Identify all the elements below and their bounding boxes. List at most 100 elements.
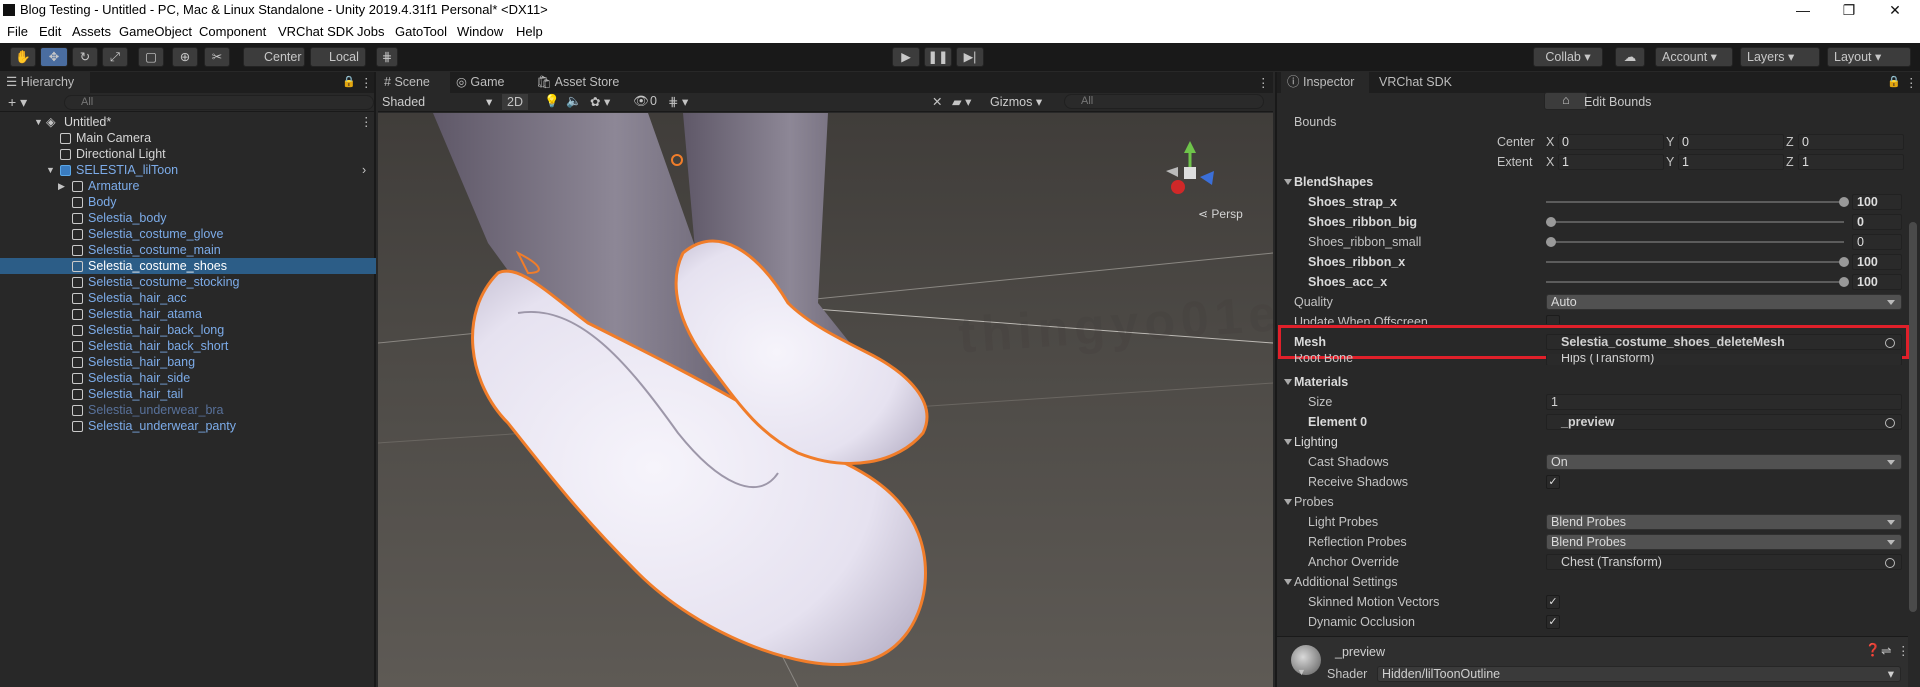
hierarchy-row[interactable]: Selestia_hair_back_long <box>0 322 376 338</box>
hierarchy-row[interactable]: Body <box>0 194 376 210</box>
hierarchy-row[interactable]: Main Camera <box>0 130 376 146</box>
dynamic-occlusion-checkbox[interactable]: ✓ <box>1546 615 1560 629</box>
blendshape-value[interactable]: 0 <box>1852 234 1902 250</box>
tab-asset-store[interactable]: 🛍 Asset Store <box>530 72 630 93</box>
menu-vrchat-sdk[interactable]: VRChat SDK <box>278 24 354 39</box>
extent-z-field[interactable]: Z1 <box>1786 154 1904 170</box>
preset-icon[interactable]: ⇌ <box>1881 643 1891 658</box>
update-offscreen-checkbox[interactable] <box>1546 315 1560 324</box>
slider-knob[interactable] <box>1839 197 1849 207</box>
hierarchy-row[interactable]: ▶ Armature <box>0 178 376 194</box>
blendshape-slider[interactable] <box>1546 241 1844 243</box>
scene-search-input[interactable]: All <box>1064 94 1264 109</box>
reflection-probes-dropdown[interactable]: Blend Probes <box>1546 534 1902 550</box>
anchor-override-field[interactable]: Chest (Transform) <box>1546 554 1902 570</box>
menu-help[interactable]: Help <box>516 24 543 39</box>
menu-assets[interactable]: Assets <box>72 24 111 39</box>
camera-icon[interactable]: ▰ ▾ <box>952 94 971 109</box>
hierarchy-row[interactable]: Selestia_underwear_bra <box>0 402 376 418</box>
scene-row[interactable]: ▼ ◈ Untitled* ⋮ <box>0 114 376 130</box>
probes-header[interactable]: Probes <box>1282 494 1906 510</box>
extent-y-field[interactable]: Y1 <box>1666 154 1784 170</box>
blendshape-slider[interactable] <box>1546 221 1844 223</box>
grid-snap-icon[interactable]: ⋕ <box>376 47 398 67</box>
blendshapes-header[interactable]: BlendShapes <box>1282 174 1906 190</box>
menu-gatotool[interactable]: GatoTool <box>395 24 447 39</box>
element0-field[interactable]: _preview <box>1546 414 1902 430</box>
mesh-field[interactable]: Selestia_costume_shoes_deleteMesh <box>1546 334 1902 350</box>
cast-shadows-dropdown[interactable]: On <box>1546 454 1902 470</box>
audio-toggle-icon[interactable]: 🔈 <box>566 94 582 109</box>
grid-toggle-icon[interactable]: ⋕ ▾ <box>668 94 688 109</box>
slider-knob[interactable] <box>1839 257 1849 267</box>
blendshape-slider[interactable] <box>1546 281 1844 283</box>
tools-icon[interactable]: ✕ <box>932 94 942 109</box>
collab-button[interactable]: Collab ▾ <box>1533 47 1603 67</box>
transform-tool-icon[interactable]: ⊕ <box>172 47 198 67</box>
pivot-center-button[interactable]: Center <box>243 47 305 67</box>
scene-viewport[interactable]: thingyo01e.tistory.com ⋖ Persp <box>378 113 1273 687</box>
blendshape-value[interactable]: 100 <box>1852 254 1902 270</box>
blendshape-value[interactable]: 0 <box>1852 214 1902 230</box>
tab-scene[interactable]: # Scene <box>378 72 450 93</box>
menu-file[interactable]: File <box>7 24 28 39</box>
rect-tool-icon[interactable]: ▢ <box>138 47 164 67</box>
create-plus-icon[interactable]: + ▾ <box>8 94 27 111</box>
menu-gameobject[interactable]: GameObject <box>119 24 192 39</box>
pause-button[interactable]: ❚❚ <box>924 47 952 67</box>
shader-dropdown[interactable]: Hidden/lilToonOutline ▾ <box>1377 666 1901 682</box>
account-dropdown[interactable]: Account ▾ <box>1655 47 1733 67</box>
size-field[interactable]: 1 <box>1546 394 1902 410</box>
hierarchy-row[interactable]: ▼ SELESTIA_lilToon › <box>0 162 376 178</box>
quality-dropdown[interactable]: Auto <box>1546 294 1902 310</box>
hierarchy-row[interactable]: Selestia_hair_tail <box>0 386 376 402</box>
lock-icon[interactable]: 🔒 <box>342 75 356 88</box>
object-picker-icon[interactable] <box>1885 338 1895 348</box>
close-button[interactable]: ✕ <box>1872 0 1918 20</box>
center-z-field[interactable]: Z0 <box>1786 134 1904 150</box>
hierarchy-row[interactable]: Selestia_hair_bang <box>0 354 376 370</box>
hierarchy-row[interactable]: Selestia_hair_acc <box>0 290 376 306</box>
gizmos-dropdown[interactable]: Gizmos ▾ <box>990 94 1056 110</box>
hierarchy-row[interactable]: Selestia_costume_shoes <box>0 258 376 274</box>
pivot-local-button[interactable]: Local <box>310 47 366 67</box>
effects-toggle-icon[interactable]: ✿ ▾ <box>590 94 610 109</box>
blendshape-slider[interactable] <box>1546 261 1844 263</box>
scene-menu-kebab-icon[interactable]: ⋮ <box>1257 75 1270 90</box>
root-bone-field[interactable]: Hips (Transform) <box>1546 354 1902 365</box>
material-fold-arrow-icon[interactable]: ▼ <box>1297 667 1306 677</box>
persp-label[interactable]: ⋖ Persp <box>1198 207 1243 221</box>
blendshape-value[interactable]: 100 <box>1852 274 1902 290</box>
shading-mode-dropdown[interactable]: Shaded ▾ <box>382 94 498 110</box>
hierarchy-row[interactable]: Selestia_hair_back_short <box>0 338 376 354</box>
hierarchy-row[interactable]: Selestia_underwear_panty <box>0 418 376 434</box>
slider-knob[interactable] <box>1546 237 1556 247</box>
hierarchy-row[interactable]: Selestia_costume_stocking <box>0 274 376 290</box>
hierarchy-row[interactable]: Selestia_hair_side <box>0 370 376 386</box>
menu-component[interactable]: Component <box>199 24 266 39</box>
expand-arrow-icon[interactable]: ▶ <box>58 178 65 194</box>
receive-shadows-checkbox[interactable]: ✓ <box>1546 475 1560 489</box>
hierarchy-row[interactable]: Selestia_body <box>0 210 376 226</box>
menu-jobs[interactable]: Jobs <box>357 24 384 39</box>
blendshape-slider[interactable] <box>1546 201 1844 203</box>
inspector-scrollbar[interactable] <box>1909 222 1917 612</box>
center-x-field[interactable]: X0 <box>1546 134 1664 150</box>
hidden-objects-icon[interactable]: 👁 <box>633 94 649 109</box>
hierarchy-row[interactable]: Selestia_costume_main <box>0 242 376 258</box>
kebab-menu-icon[interactable]: ⋮ <box>360 75 373 90</box>
center-y-field[interactable]: Y0 <box>1666 134 1784 150</box>
rotate-tool-icon[interactable]: ↻ <box>72 47 98 67</box>
materials-header[interactable]: Materials <box>1282 374 1906 390</box>
custom-tool-icon[interactable]: ✂ <box>204 47 230 67</box>
expand-arrow-icon[interactable]: ▼ <box>34 114 43 130</box>
extent-x-field[interactable]: X1 <box>1546 154 1664 170</box>
material-kebab-icon[interactable]: ⋮ <box>1897 643 1910 658</box>
move-tool-icon[interactable]: ✥ <box>40 47 68 67</box>
2d-toggle-button[interactable]: 2D <box>502 94 528 110</box>
scale-tool-icon[interactable]: ⤢ <box>102 47 128 67</box>
scene-menu-icon[interactable]: ⋮ <box>360 114 373 130</box>
hierarchy-row[interactable]: Selestia_hair_atama <box>0 306 376 322</box>
tab-hierarchy[interactable]: ☰ Hierarchy <box>0 72 90 93</box>
lighting-toggle-icon[interactable]: 💡 <box>544 94 560 109</box>
